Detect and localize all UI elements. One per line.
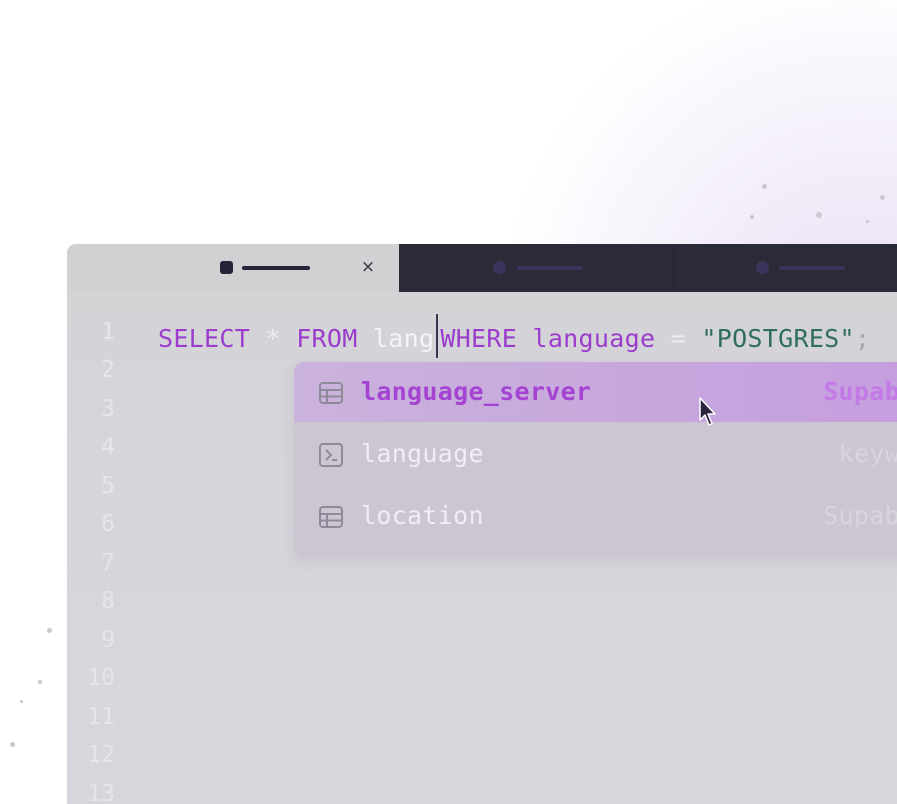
tab-file-icon — [493, 261, 506, 274]
line-number: 10 — [87, 665, 115, 691]
text-caret — [436, 314, 439, 358]
equals-operator: = — [670, 324, 687, 353]
autocomplete-item-detail: keyword — [838, 439, 897, 468]
line-number: 2 — [101, 357, 115, 383]
tab-active[interactable]: × — [67, 244, 399, 292]
mouse-pointer-icon — [699, 397, 716, 426]
tab-bar: × — [67, 244, 897, 292]
line-number: 3 — [101, 396, 115, 422]
tab-file-icon — [756, 261, 769, 274]
tab-file-icon — [220, 261, 233, 274]
autocomplete-popup: language_server Supabase language keywor… — [294, 362, 897, 558]
table-icon — [319, 506, 343, 528]
line-number: 11 — [87, 704, 115, 730]
autocomplete-item-label: language — [361, 439, 484, 468]
code-line-1[interactable]: SELECT * FROM lang WHERE language = "POST… — [158, 314, 870, 358]
line-number: 12 — [87, 742, 115, 768]
line-number: 5 — [101, 473, 115, 499]
autocomplete-item-detail: Supabase — [823, 501, 897, 530]
autocomplete-item[interactable]: language keyword — [294, 424, 897, 484]
line-number: 13 — [87, 781, 115, 804]
close-tab-icon[interactable]: × — [358, 257, 378, 277]
autocomplete-item[interactable]: location Supabase — [294, 486, 897, 546]
line-number: 4 — [101, 434, 115, 460]
column-name: language — [532, 324, 656, 353]
autocomplete-item-label: language_server — [361, 377, 592, 406]
autocomplete-item-detail: Supabase — [823, 377, 897, 406]
tab-title-placeholder — [779, 266, 845, 270]
line-number: 1 — [101, 319, 115, 345]
tab-inactive-3[interactable] — [673, 244, 897, 292]
autocomplete-item[interactable]: language_server Supabase — [294, 362, 897, 422]
sql-editor: × 1 2 3 4 5 6 7 8 9 10 11 12 13 SELECT *… — [67, 244, 897, 804]
string-literal: "POSTGRES" — [701, 324, 855, 353]
where-keyword: WHERE — [440, 324, 518, 353]
line-number: 8 — [101, 588, 115, 614]
typed-text: lang — [372, 324, 435, 353]
terminal-icon — [319, 443, 343, 467]
line-number: 9 — [101, 627, 115, 653]
tab-title-placeholder — [242, 266, 310, 270]
tab-title-placeholder — [517, 266, 583, 270]
table-icon — [319, 382, 343, 404]
line-number: 6 — [101, 511, 115, 537]
select-keyword: SELECT — [158, 324, 251, 353]
line-number: 7 — [101, 550, 115, 576]
tab-inactive-2[interactable] — [399, 244, 673, 292]
autocomplete-item-label: location — [361, 501, 484, 530]
from-keyword: FROM — [296, 324, 358, 353]
semicolon: ; — [854, 324, 871, 353]
star-operator: * — [265, 324, 281, 353]
